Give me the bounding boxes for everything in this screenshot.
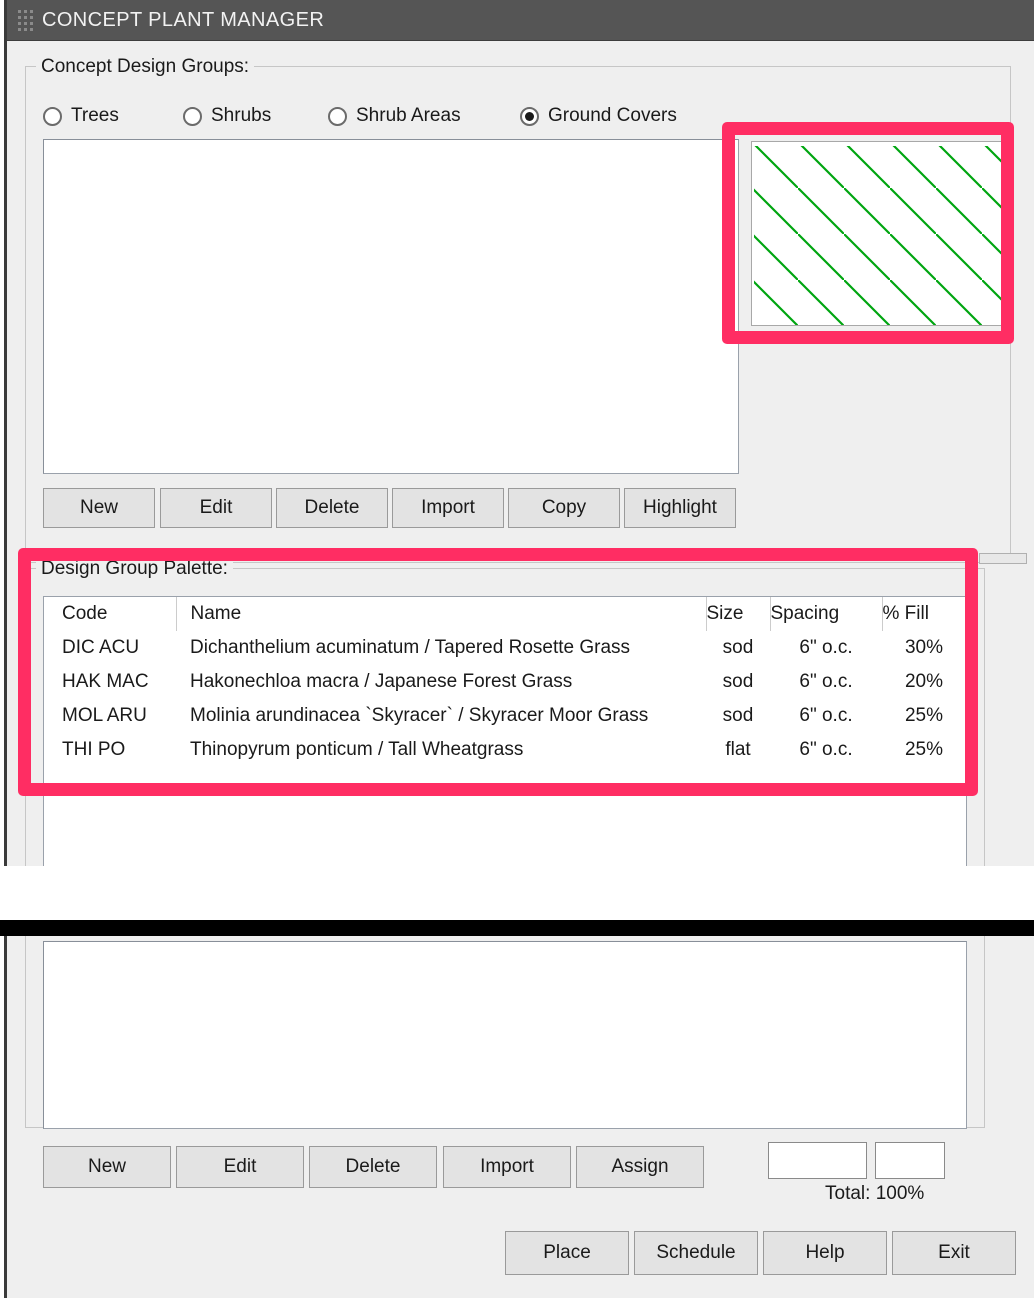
place-button[interactable]: Place <box>505 1231 629 1275</box>
cell-code: DIC ACU <box>62 636 140 658</box>
cell-size: sod <box>722 704 754 726</box>
column-header-name[interactable]: Name <box>175 597 706 631</box>
concept-group-type-radios: Trees Shrubs Shrub Areas Ground Covers <box>43 105 677 127</box>
column-header-spacing[interactable]: Spacing <box>769 597 882 631</box>
cell-name: Molinia arundinacea `Skyracer` / Skyrace… <box>190 704 649 726</box>
cell-name: Thinopyrum ponticum / Tall Wheatgrass <box>190 738 524 760</box>
exit-button[interactable]: Exit <box>892 1231 1016 1275</box>
window-title: CONCEPT PLANT MANAGER <box>42 8 325 31</box>
radio-shrub-areas-indicator[interactable] <box>328 106 347 126</box>
radio-shrubs-label: Shrubs <box>211 105 272 126</box>
cell-fill: 25% <box>904 704 944 726</box>
radio-trees-indicator[interactable] <box>43 106 62 126</box>
column-header-size[interactable]: Size <box>705 597 770 631</box>
cell-spacing: 6" o.c. <box>799 670 853 692</box>
concept-design-groups-list[interactable] <box>43 139 739 474</box>
concept-plant-manager-window: CONCEPT PLANT MANAGER Concept Design Gro… <box>0 0 1034 1298</box>
palette-import-button[interactable]: Import <box>443 1146 571 1188</box>
palette-assign-button[interactable]: Assign <box>576 1146 704 1188</box>
table-row[interactable]: THI PO Thinopyrum ponticum / Tall Wheatg… <box>44 733 966 767</box>
palette-header-row: Code Name Size Spacing % Fill <box>44 597 966 631</box>
cell-size: flat <box>725 738 751 760</box>
dialog-frame: CONCEPT PLANT MANAGER Concept Design Gro… <box>4 0 1034 1298</box>
concept-new-button[interactable]: New <box>43 488 155 528</box>
dialog-body: Concept Design Groups: Trees Shrubs Shru… <box>7 41 1034 1298</box>
cell-fill: 25% <box>904 738 944 760</box>
cell-size: sod <box>722 670 754 692</box>
concept-delete-button[interactable]: Delete <box>276 488 388 528</box>
concept-design-groups-label: Concept Design Groups: <box>36 56 255 78</box>
radio-ground-covers-indicator[interactable] <box>520 106 539 126</box>
radio-shrub-areas[interactable]: Shrub Areas <box>328 105 520 127</box>
concept-import-button[interactable]: Import <box>392 488 504 528</box>
hatch-pattern-icon <box>752 142 1004 325</box>
cell-spacing: 6" o.c. <box>799 636 853 658</box>
table-row[interactable]: MOL ARU Molinia arundinacea `Skyracer` /… <box>44 699 966 733</box>
cell-fill: 30% <box>904 636 944 658</box>
schedule-button[interactable]: Schedule <box>634 1231 758 1275</box>
design-group-palette-list-lower[interactable] <box>43 941 967 1129</box>
title-bar: CONCEPT PLANT MANAGER <box>7 0 1034 41</box>
palette-edit-button[interactable]: Edit <box>176 1146 304 1188</box>
total-percent-label: Total: 100% <box>825 1183 925 1204</box>
palette-table: Code Name Size Spacing % Fill DIC ACU Di… <box>44 597 966 767</box>
radio-shrub-areas-label: Shrub Areas <box>356 105 461 126</box>
help-button[interactable]: Help <box>763 1231 887 1275</box>
radio-shrubs-indicator[interactable] <box>183 106 202 126</box>
column-header-code[interactable]: Code <box>44 597 176 631</box>
column-header-fill[interactable]: % Fill <box>881 597 966 631</box>
table-row[interactable]: HAK MAC Hakonechloa macra / Japanese For… <box>44 665 966 699</box>
palette-delete-button[interactable]: Delete <box>309 1146 437 1188</box>
table-row[interactable]: DIC ACU Dichanthelium acuminatum / Taper… <box>44 631 966 665</box>
hatch-pattern-preview[interactable] <box>751 141 1005 326</box>
concept-highlight-button[interactable]: Highlight <box>624 488 736 528</box>
screenshot-seam-divider <box>0 920 1034 936</box>
cell-spacing: 6" o.c. <box>799 738 853 760</box>
cell-code: MOL ARU <box>62 704 147 726</box>
palette-field-right[interactable] <box>875 1142 945 1179</box>
radio-trees[interactable]: Trees <box>43 105 183 127</box>
radio-ground-covers[interactable]: Ground Covers <box>520 105 677 127</box>
palette-new-button[interactable]: New <box>43 1146 171 1188</box>
concept-edit-button[interactable]: Edit <box>160 488 272 528</box>
concept-copy-button[interactable]: Copy <box>508 488 620 528</box>
cell-spacing: 6" o.c. <box>799 704 853 726</box>
screenshot-seam-upper <box>0 866 1034 920</box>
cell-name: Hakonechloa macra / Japanese Forest Gras… <box>190 670 573 692</box>
drag-grip-icon[interactable] <box>14 7 36 33</box>
radio-trees-label: Trees <box>71 105 119 126</box>
cell-name: Dichanthelium acuminatum / Tapered Roset… <box>190 636 631 658</box>
design-group-palette-table[interactable]: Code Name Size Spacing % Fill DIC ACU Di… <box>43 596 967 906</box>
radio-ground-covers-label: Ground Covers <box>548 105 677 126</box>
palette-field-left[interactable] <box>768 1142 867 1179</box>
panel-splitter[interactable] <box>979 553 1027 564</box>
design-group-palette-label: Design Group Palette: <box>36 558 233 580</box>
cell-code: HAK MAC <box>62 670 149 692</box>
radio-shrubs[interactable]: Shrubs <box>183 105 328 127</box>
cell-fill: 20% <box>904 670 944 692</box>
cell-size: sod <box>722 636 754 658</box>
cell-code: THI PO <box>62 738 126 760</box>
